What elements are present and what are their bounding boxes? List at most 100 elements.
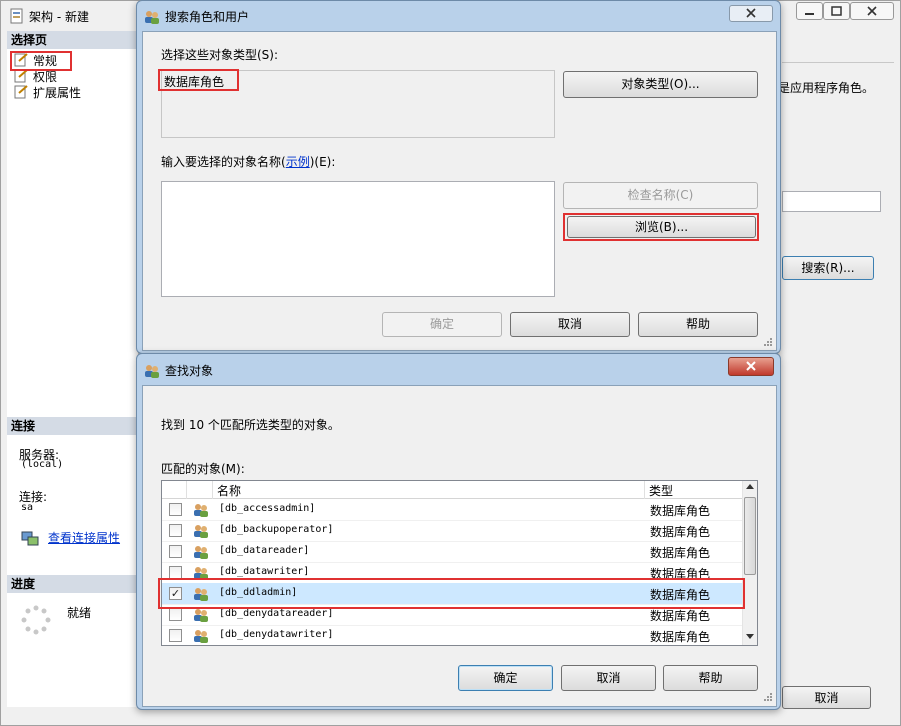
object-types-label: 选择这些对象类型(S): — [161, 48, 279, 62]
object-names-input[interactable] — [161, 181, 555, 297]
matching-objects-label: 匹配的对象(M): — [161, 462, 245, 476]
find-objects-dialog: 查找对象 找到 10 个匹配所选类型的对象。 匹配的对象(M): 名称 类型 [… — [136, 353, 781, 710]
table-row[interactable]: [db_backupoperator] 数据库角色 — [162, 520, 742, 542]
row-type: 数据库角色 — [650, 567, 711, 581]
check-names-button[interactable]: 检查名称(C) — [563, 182, 758, 209]
search-help-button[interactable]: 帮助 — [638, 312, 758, 337]
search-cancel-button[interactable]: 取消 — [510, 312, 630, 337]
find-dialog-close-button[interactable] — [728, 357, 774, 376]
row-type: 数据库角色 — [650, 504, 711, 518]
find-ok-button[interactable]: 确定 — [458, 665, 553, 691]
left-panel: 选择页 常规 权限 扩展属性 连接 服务器: (local) 连接: sa 查看… — [7, 31, 139, 707]
find-dialog-body: 找到 10 个匹配所选类型的对象。 匹配的对象(M): 名称 类型 [db_ac… — [142, 385, 777, 707]
main-window-title: 架构 - 新建 — [29, 10, 89, 24]
role-icon — [194, 546, 208, 559]
maximize-button[interactable] — [823, 2, 850, 20]
users-icon — [145, 11, 159, 24]
row-type: 数据库角色 — [650, 525, 711, 539]
minimize-icon — [805, 13, 814, 15]
column-header-type[interactable]: 类型 — [649, 482, 673, 499]
search-button[interactable]: 搜索(R)... — [782, 256, 874, 280]
row-name: [db_ddladmin] — [219, 587, 298, 598]
owner-input[interactable] — [782, 191, 881, 212]
object-types-field: 数据库角色 — [161, 70, 555, 138]
row-name: [db_denydatawriter] — [219, 629, 334, 640]
enter-names-label-pre: 输入要选择的对象名称( — [161, 155, 286, 169]
page-item-label: 常规 — [33, 54, 58, 68]
page-item-label: 权限 — [33, 70, 58, 84]
minimize-button[interactable] — [796, 2, 823, 20]
find-help-button[interactable]: 帮助 — [663, 665, 758, 691]
browse-button[interactable]: 浏览(B)... — [567, 216, 756, 238]
window-icon — [10, 8, 23, 24]
maximize-icon — [831, 6, 842, 16]
page-icon — [14, 85, 28, 99]
table-row[interactable]: [db_datawriter] 数据库角色 — [162, 562, 742, 584]
page-item-extended-properties[interactable]: 扩展属性 — [13, 84, 123, 100]
role-icon — [194, 630, 208, 643]
table-row[interactable]: [db_denydatawriter] 数据库角色 — [162, 625, 742, 645]
progress-header: 进度 — [7, 575, 139, 593]
find-cancel-button[interactable]: 取消 — [561, 665, 656, 691]
row-type: 数据库角色 — [650, 630, 711, 644]
main-cancel-button[interactable]: 取消 — [782, 686, 871, 709]
search-roles-users-dialog: 搜索角色和用户 选择这些对象类型(S): 数据库角色 对象类型(O)... 输入… — [136, 0, 781, 354]
resize-grip-icon[interactable] — [763, 692, 773, 702]
search-dialog-title: 搜索角色和用户 — [165, 10, 250, 24]
connection-header: 连接 — [7, 417, 139, 435]
page-item-general[interactable]: 常规 — [13, 52, 123, 68]
row-checkbox[interactable] — [169, 566, 182, 579]
close-button[interactable] — [850, 2, 894, 20]
close-icon — [746, 361, 756, 371]
page-icon — [14, 69, 28, 83]
scroll-down-arrow-icon[interactable] — [746, 634, 754, 639]
main-right-strip — [782, 31, 894, 63]
search-ok-button[interactable]: 确定 — [382, 312, 502, 337]
table-row[interactable]: [db_accessadmin] 数据库角色 — [162, 499, 742, 521]
close-icon — [746, 8, 756, 18]
select-page-header: 选择页 — [7, 31, 139, 49]
page-icon — [14, 53, 28, 67]
list-scrollbar[interactable] — [742, 481, 757, 645]
row-name: [db_datareader] — [219, 545, 310, 556]
progress-spinner-icon — [21, 605, 51, 635]
role-icon — [194, 525, 208, 538]
view-connection-properties-link[interactable]: 查看连接属性 — [48, 529, 120, 546]
table-row[interactable]: ✓ [db_ddladmin] 数据库角色 — [162, 583, 742, 605]
row-checkbox[interactable] — [169, 608, 182, 621]
search-dialog-close-button[interactable] — [729, 5, 773, 22]
row-type: 数据库角色 — [650, 546, 711, 560]
object-types-value: 数据库角色 — [164, 75, 225, 89]
table-row[interactable]: [db_denydatareader] 数据库角色 — [162, 604, 742, 626]
table-row[interactable]: [db_datareader] 数据库角色 — [162, 541, 742, 563]
page-item-permissions[interactable]: 权限 — [13, 68, 123, 84]
scroll-up-arrow-icon[interactable] — [746, 484, 754, 489]
close-icon — [867, 6, 877, 16]
enter-names-label: 输入要选择的对象名称(示例)(E): — [161, 153, 335, 170]
server-value: (local) — [21, 459, 64, 470]
role-description-fragment: 是应用程序角色。 — [778, 81, 875, 95]
found-count-text: 找到 10 个匹配所选类型的对象。 — [161, 418, 340, 432]
connection-value: sa — [21, 502, 34, 513]
row-checkbox[interactable]: ✓ — [169, 587, 182, 600]
row-name: [db_accessadmin] — [219, 503, 316, 514]
matching-objects-list[interactable]: 名称 类型 [db_accessadmin] 数据库角色 [db_backupope… — [161, 480, 758, 646]
row-checkbox[interactable] — [169, 524, 182, 537]
role-icon — [194, 609, 208, 622]
row-checkbox[interactable] — [169, 545, 182, 558]
page-item-label: 扩展属性 — [33, 86, 82, 100]
enter-names-label-post: )(E): — [309, 155, 336, 169]
row-checkbox[interactable] — [169, 503, 182, 516]
row-checkbox[interactable] — [169, 629, 182, 642]
column-header-name[interactable]: 名称 — [217, 482, 241, 499]
examples-link[interactable]: 示例 — [286, 155, 310, 169]
progress-status: 就绪 — [67, 606, 92, 620]
object-types-button[interactable]: 对象类型(O)... — [563, 71, 758, 98]
row-name: [db_denydatareader] — [219, 608, 334, 619]
scroll-thumb[interactable] — [744, 497, 756, 575]
resize-grip-icon[interactable] — [763, 337, 773, 347]
users-icon — [145, 365, 159, 378]
row-type: 数据库角色 — [650, 609, 711, 623]
role-icon — [194, 588, 208, 601]
row-name: [db_datawriter] — [219, 566, 310, 577]
